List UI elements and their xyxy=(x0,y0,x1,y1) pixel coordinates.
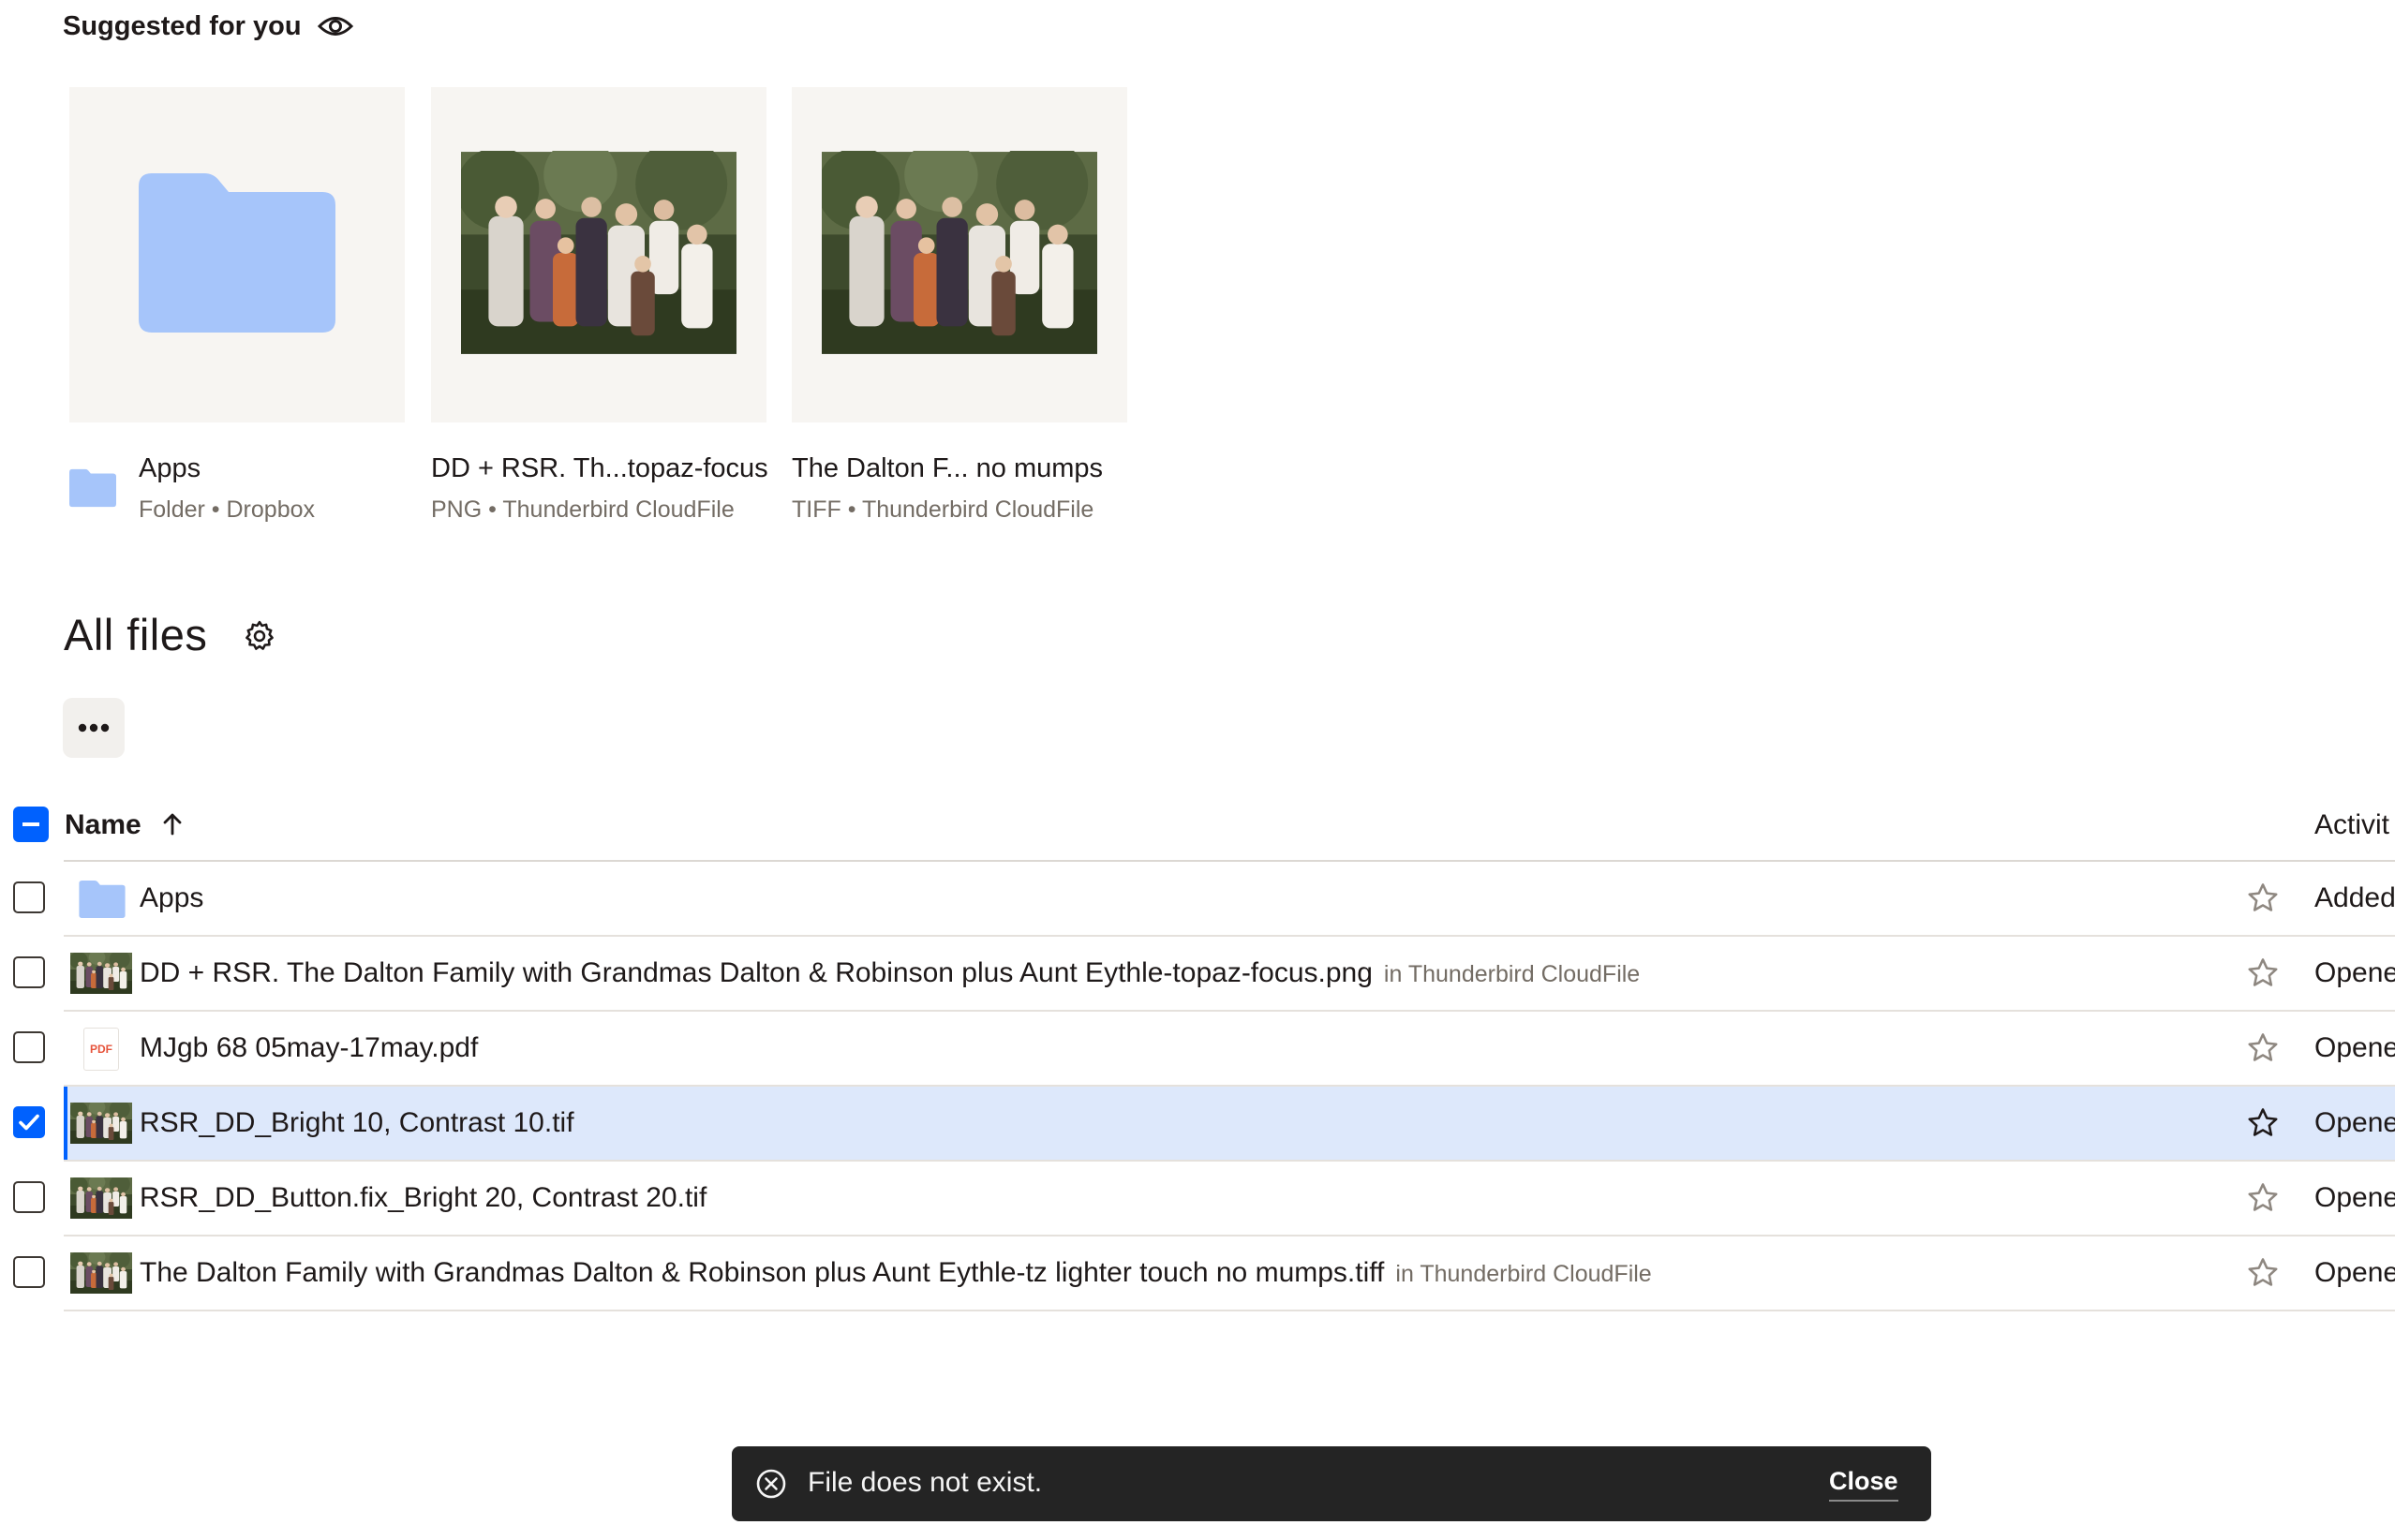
photo-thumbnail xyxy=(70,1177,132,1219)
star-icon[interactable] xyxy=(2245,881,2281,916)
file-location[interactable]: in Thunderbird CloudFile xyxy=(1384,961,1640,987)
pdf-icon: PDF xyxy=(83,1028,119,1071)
photo-thumbnail xyxy=(461,151,736,355)
suggested-tile-photo[interactable] xyxy=(431,87,766,422)
more-actions-button[interactable] xyxy=(63,698,125,758)
photo-thumbnail xyxy=(70,1252,132,1294)
activity-text: Added xyxy=(2314,882,2395,913)
row-checkbox[interactable] xyxy=(13,1256,45,1288)
row-checkbox[interactable] xyxy=(13,1181,45,1213)
suggested-item-name[interactable]: DD + RSR. Th...topaz-focus xyxy=(431,453,768,484)
folder-icon xyxy=(69,468,116,508)
suggested-item-name[interactable]: The Dalton F... no mumps xyxy=(792,453,1103,484)
suggested-tile-photo[interactable] xyxy=(792,87,1127,422)
suggested-item-meta: TIFF • Thunderbird CloudFile xyxy=(792,496,1094,523)
table-row[interactable]: RSR_DD_Button.fix_Bright 20, Contrast 20… xyxy=(0,1162,2395,1236)
row-checkbox[interactable] xyxy=(13,956,45,988)
table-row-selected[interactable]: RSR_DD_Bright 10, Contrast 10.tif Opene xyxy=(0,1087,2395,1162)
activity-text: Opene xyxy=(2314,1257,2395,1288)
suggested-item-meta: PNG • Thunderbird CloudFile xyxy=(431,496,735,523)
table-row[interactable]: DD + RSR. The Dalton Family with Grandma… xyxy=(0,937,2395,1012)
star-icon[interactable] xyxy=(2245,1030,2281,1066)
photo-thumbnail xyxy=(70,1103,132,1144)
error-circle-icon xyxy=(756,1469,786,1499)
activity-text: Opene xyxy=(2314,1182,2395,1213)
divider xyxy=(64,1310,2395,1311)
suggested-item-meta: Folder • Dropbox xyxy=(139,496,316,523)
photo-thumbnail xyxy=(822,151,1097,355)
column-header-name[interactable]: Name xyxy=(65,809,141,841)
file-location[interactable]: in Thunderbird CloudFile xyxy=(1395,1261,1651,1287)
table-row[interactable]: Apps Added xyxy=(0,862,2395,937)
star-icon[interactable] xyxy=(2245,955,2281,991)
folder-icon xyxy=(79,881,126,918)
activity-text: Opene xyxy=(2314,1107,2395,1138)
error-toast: File does not exist. Close xyxy=(732,1446,1931,1521)
file-name[interactable]: MJgb 68 05may-17may.pdf xyxy=(140,1032,478,1064)
table-row[interactable]: The Dalton Family with Grandmas Dalton &… xyxy=(0,1236,2395,1311)
select-all-checkbox[interactable] xyxy=(13,807,49,842)
check-icon xyxy=(18,1114,39,1130)
photo-thumbnail xyxy=(70,953,132,994)
arrow-up-icon[interactable] xyxy=(159,811,186,837)
eye-icon[interactable] xyxy=(317,12,354,40)
page-title: All files xyxy=(64,610,208,659)
more-icon xyxy=(78,723,110,733)
table-header: Name Activit xyxy=(0,798,2395,862)
star-icon[interactable] xyxy=(2245,1255,2281,1291)
star-icon[interactable] xyxy=(2245,1105,2281,1141)
close-button[interactable]: Close xyxy=(1829,1467,1898,1502)
activity-text: Opene xyxy=(2314,957,2395,988)
file-name[interactable]: RSR_DD_Button.fix_Bright 20, Contrast 20… xyxy=(140,1182,707,1214)
suggested-tile-apps[interactable] xyxy=(69,87,405,422)
column-header-activity[interactable]: Activit xyxy=(2314,809,2389,841)
file-name[interactable]: Apps xyxy=(140,882,203,914)
activity-text: Opene xyxy=(2314,1032,2395,1063)
suggested-title: Suggested for you xyxy=(63,11,302,41)
selection-indicator xyxy=(64,1087,67,1160)
table-row[interactable]: PDF MJgb 68 05may-17may.pdf Opene xyxy=(0,1012,2395,1087)
row-checkbox-checked[interactable] xyxy=(13,1106,45,1138)
row-checkbox[interactable] xyxy=(13,1031,45,1063)
suggested-item-name[interactable]: Apps xyxy=(139,453,201,484)
gear-icon[interactable] xyxy=(244,620,275,652)
file-name[interactable]: RSR_DD_Bright 10, Contrast 10.tif xyxy=(140,1107,574,1139)
star-icon[interactable] xyxy=(2245,1180,2281,1216)
file-name[interactable]: DD + RSR. The Dalton Family with Grandma… xyxy=(140,957,1640,989)
folder-icon xyxy=(139,173,335,333)
file-name[interactable]: The Dalton Family with Grandmas Dalton &… xyxy=(140,1257,1652,1289)
row-checkbox[interactable] xyxy=(13,881,45,913)
toast-message: File does not exist. xyxy=(808,1467,1043,1498)
